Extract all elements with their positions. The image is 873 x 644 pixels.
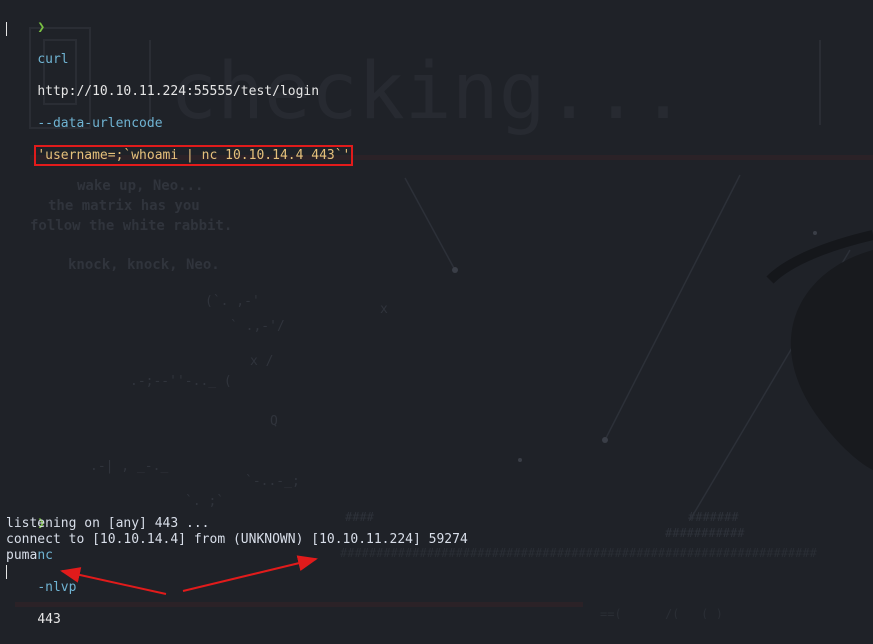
arrow-to-result (60, 567, 167, 595)
annotation-arrows (60, 555, 318, 595)
arrow-to-source-ip (182, 555, 318, 592)
